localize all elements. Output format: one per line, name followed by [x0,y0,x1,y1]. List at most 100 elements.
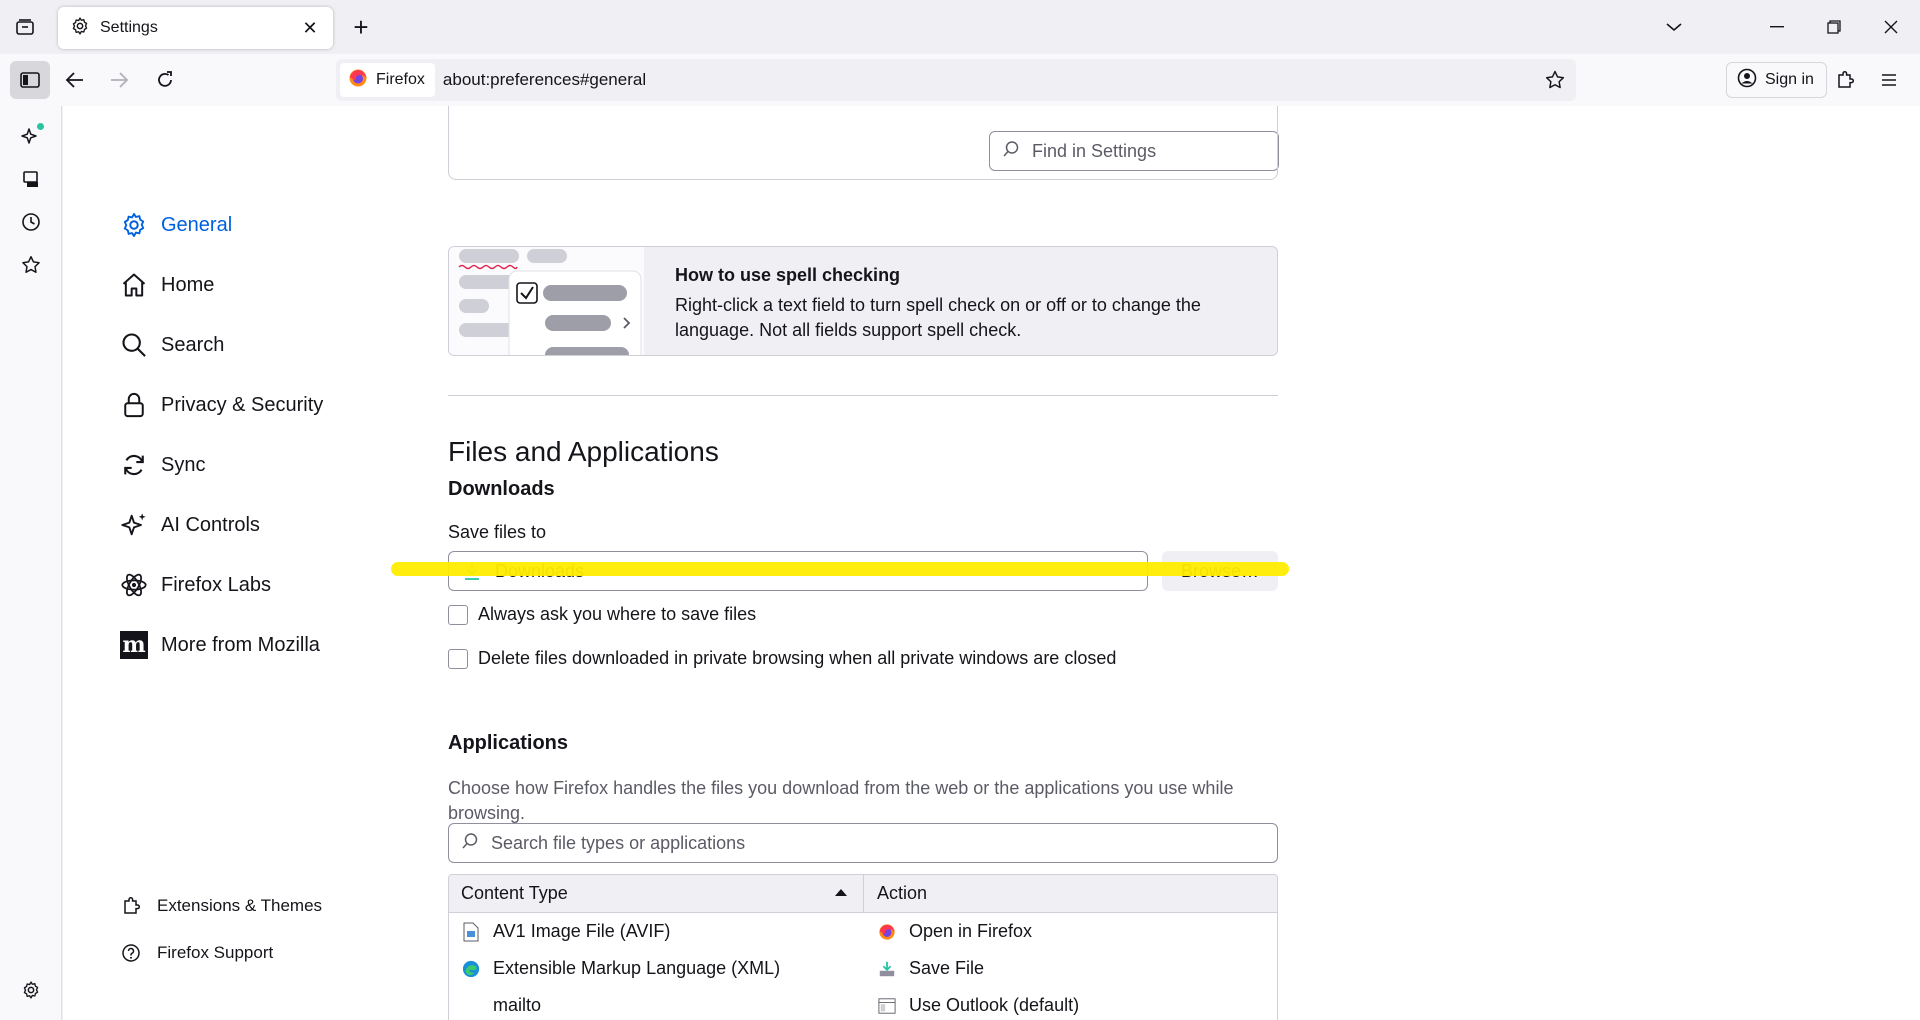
category-ai-controls[interactable]: AI Controls [119,507,260,543]
category-label: Firefox Labs [161,573,272,596]
reload-icon [158,71,172,87]
column-label: Action [877,883,928,903]
search-icon [461,832,479,855]
spell-check-description: Right-click a text field to turn spell c… [675,295,1201,340]
extensions-themes-label: Extensions & Themes [157,896,323,915]
clock-icon [22,213,40,231]
applications-heading: Applications [448,732,569,754]
search-icon [119,330,149,360]
action-column-header[interactable]: Action [865,875,927,912]
gear-icon [70,16,90,41]
bookmark-star-icon[interactable] [1542,67,1568,93]
notification-dot [37,123,44,130]
sidebar-toggle-button[interactable] [10,61,50,99]
spell-check-tip-card: How to use spell checking Right-click a … [448,246,1278,356]
previous-section-card [448,106,1278,180]
minimize-button[interactable] [1762,12,1792,42]
identity-box[interactable]: Firefox [340,63,435,97]
action-label: Open in Firefox [909,921,1033,941]
outlook-window-icon [877,996,897,1016]
blank-icon [461,996,481,1016]
url-bar[interactable]: Firefox about:preferences#general [336,59,1576,101]
gear-icon [119,210,149,240]
delete-private-label[interactable]: Delete files downloaded in private brows… [478,648,1116,669]
firefox-view-button[interactable] [10,14,40,40]
sign-in-button[interactable]: Sign in [1726,62,1827,98]
extensions-button[interactable] [1828,64,1862,96]
firefox-icon [877,922,897,942]
firefox-support-link[interactable]: Firefox Support [119,938,273,968]
applications-table: Content Type Action AV1 Image File (AVIF… [448,874,1278,1020]
save-files-to-label: Save files to [448,522,547,542]
category-label: AI Controls [161,513,260,536]
column-label: Content Type [461,883,568,903]
chevron-down-icon [1666,23,1682,32]
atom-icon [119,570,149,600]
sidebar-icon [20,72,40,88]
home-icon [119,270,149,300]
tab-settings[interactable]: Settings ✕ [58,7,333,49]
puzzle-icon [1838,70,1855,88]
category-privacy-security[interactable]: Privacy & Security [119,387,323,423]
category-more-from-mozilla[interactable]: m More from Mozilla [119,627,320,663]
extensions-themes-link[interactable]: Extensions & Themes [119,891,322,921]
restore-button[interactable] [1819,12,1849,42]
synced-tabs-button[interactable] [16,164,46,194]
table-row[interactable]: mailto Use Outlook (default) [449,987,1277,1020]
account-icon [1737,68,1757,93]
close-window-button[interactable] [1876,12,1906,42]
app-menu-button[interactable] [1872,64,1906,96]
delete-private-checkbox[interactable] [448,648,468,669]
category-search[interactable]: Search [119,327,224,363]
highlight-annotation [391,562,1289,576]
list-all-tabs-button[interactable] [1659,12,1689,42]
customize-sidebar-button[interactable] [16,975,46,1005]
gear-icon [23,981,39,999]
puzzle-icon [119,894,143,918]
mozilla-logo-icon: m [119,630,149,660]
image-file-icon [461,922,481,942]
section-divider [448,395,1278,396]
action-label: Use Outlook (default) [909,995,1080,1015]
star-icon [22,256,40,273]
spell-check-illustration [449,247,644,355]
edge-icon [461,959,481,979]
category-label: Home [161,273,215,296]
applications-description: Choose how Firefox handles the files you… [448,778,1234,823]
lock-icon [119,390,149,420]
category-label: Privacy & Security [161,393,324,416]
always-ask-row[interactable]: Always ask you where to save files [448,604,756,625]
svg-text:m: m [122,632,145,658]
identity-label: Firefox [376,71,425,88]
back-button[interactable] [58,64,92,96]
content-type-label: AV1 Image File (AVIF) [493,921,671,941]
always-ask-label[interactable]: Always ask you where to save files [478,604,756,625]
history-button[interactable] [16,207,46,237]
new-tab-button[interactable]: + [346,12,376,42]
content-type-label: mailto [493,995,542,1015]
search-file-types-input[interactable]: Search file types or applications [448,823,1278,863]
reload-button[interactable] [148,64,182,96]
url-text[interactable]: about:preferences#general [443,70,646,90]
always-ask-checkbox[interactable] [448,604,468,625]
bookmarks-button[interactable] [16,250,46,280]
category-general[interactable]: General [119,207,232,243]
table-row[interactable]: Extensible Markup Language (XML) Save Fi… [449,950,1277,987]
content-type-column-header[interactable]: Content Type [449,875,864,912]
category-sync[interactable]: Sync [119,447,205,483]
spell-check-title: How to use spell checking [675,265,901,285]
close-tab-button[interactable]: ✕ [299,17,321,39]
delete-private-row[interactable]: Delete files downloaded in private brows… [448,648,1116,669]
arrow-left-icon [65,72,83,88]
ai-chatbot-button[interactable] [16,121,46,151]
category-firefox-labs[interactable]: Firefox Labs [119,567,271,603]
arrow-right-icon [111,72,129,88]
help-icon [119,941,143,965]
table-row[interactable]: AV1 Image File (AVIF) Open in Firefox [449,913,1277,950]
forward-button[interactable] [102,64,136,96]
category-home[interactable]: Home [119,267,214,303]
firefox-support-label: Firefox Support [157,943,274,962]
synced-tabs-icon [23,171,38,187]
save-file-icon [877,959,897,979]
preferences-page: Find in Settings General Home Search Pri… [63,106,1920,1020]
